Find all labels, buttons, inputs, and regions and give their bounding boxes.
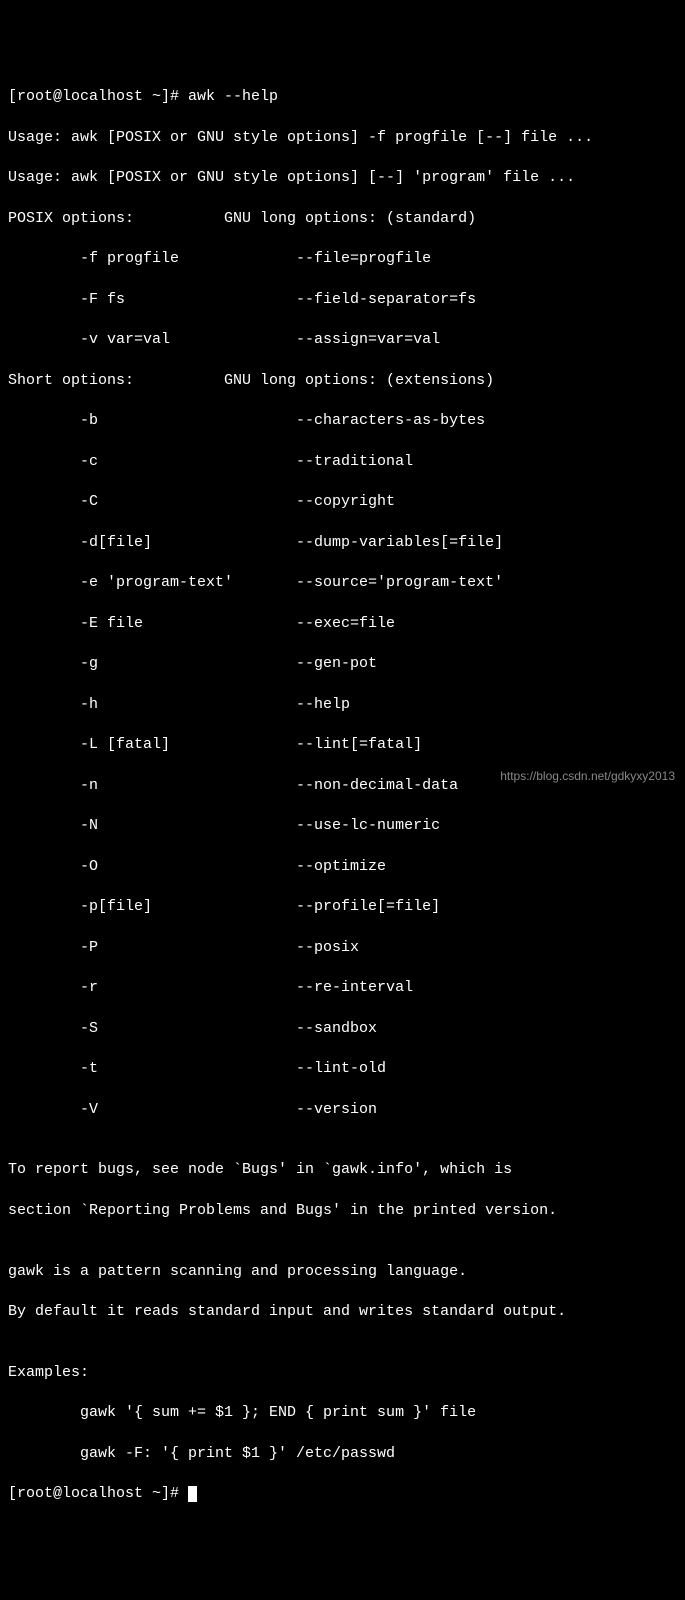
option-line: -e 'program-text' --source='program-text… xyxy=(8,573,677,593)
option-line: -t --lint-old xyxy=(8,1059,677,1079)
bugs-line-2: section `Reporting Problems and Bugs' in… xyxy=(8,1201,677,1221)
terminal-prompt: [root@localhost ~]# xyxy=(8,88,188,105)
option-line: -F fs --field-separator=fs xyxy=(8,290,677,310)
bugs-line-1: To report bugs, see node `Bugs' in `gawk… xyxy=(8,1160,677,1180)
option-line: -O --optimize xyxy=(8,857,677,877)
usage-line-1: Usage: awk [POSIX or GNU style options] … xyxy=(8,128,677,148)
option-line: -p[file] --profile[=file] xyxy=(8,897,677,917)
usage-line-2: Usage: awk [POSIX or GNU style options] … xyxy=(8,168,677,188)
example-line: gawk -F: '{ print $1 }' /etc/passwd xyxy=(8,1444,677,1464)
option-line: -b --characters-as-bytes xyxy=(8,411,677,431)
option-line: -L [fatal] --lint[=fatal] xyxy=(8,735,677,755)
option-line: -c --traditional xyxy=(8,452,677,472)
option-line: -C --copyright xyxy=(8,492,677,512)
option-line: -h --help xyxy=(8,695,677,715)
option-line: -r --re-interval xyxy=(8,978,677,998)
description-line-1: gawk is a pattern scanning and processin… xyxy=(8,1262,677,1282)
example-line: gawk '{ sum += $1 }; END { print sum }' … xyxy=(8,1403,677,1423)
description-line-2: By default it reads standard input and w… xyxy=(8,1302,677,1322)
watermark: https://blog.csdn.net/gdkyxy2013 xyxy=(500,768,675,784)
posix-options-header: POSIX options: GNU long options: (standa… xyxy=(8,209,677,229)
short-options-header: Short options: GNU long options: (extens… xyxy=(8,371,677,391)
terminal-command: awk --help xyxy=(188,88,278,105)
terminal-prompt-current[interactable]: [root@localhost ~]# xyxy=(8,1484,677,1504)
option-line: -E file --exec=file xyxy=(8,614,677,634)
option-line: -N --use-lc-numeric xyxy=(8,816,677,836)
option-line: -v var=val --assign=var=val xyxy=(8,330,677,350)
terminal-cursor xyxy=(188,1486,197,1502)
examples-header: Examples: xyxy=(8,1363,677,1383)
option-line: -f progfile --file=progfile xyxy=(8,249,677,269)
option-line: -P --posix xyxy=(8,938,677,958)
option-line: -S --sandbox xyxy=(8,1019,677,1039)
option-line: -d[file] --dump-variables[=file] xyxy=(8,533,677,553)
option-line: -V --version xyxy=(8,1100,677,1120)
option-line: -g --gen-pot xyxy=(8,654,677,674)
terminal-prompt-line: [root@localhost ~]# awk --help xyxy=(8,87,677,107)
terminal-prompt: [root@localhost ~]# xyxy=(8,1485,188,1502)
